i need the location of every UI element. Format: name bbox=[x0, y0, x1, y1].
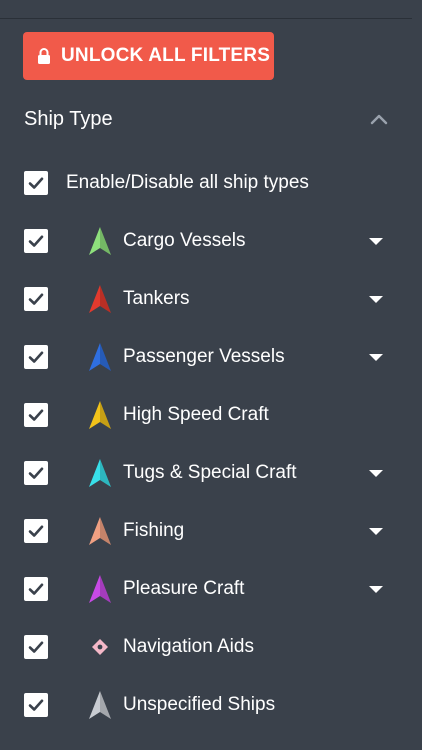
checkmark-icon bbox=[28, 409, 44, 421]
ship-type-label: Tankers bbox=[123, 288, 190, 309]
ship-arrow-icon bbox=[86, 457, 114, 489]
checkmark-icon bbox=[28, 235, 44, 247]
top-divider bbox=[0, 18, 412, 19]
caret-down-icon[interactable] bbox=[366, 521, 386, 541]
ship-arrow-icon bbox=[86, 283, 114, 315]
ship-type-row: Pleasure Craft bbox=[24, 571, 386, 607]
ship-type-label: Passenger Vessels bbox=[123, 346, 285, 367]
ship-type-row: Navigation Aids bbox=[24, 629, 386, 665]
ship-type-label: Fishing bbox=[123, 520, 185, 541]
ship-type-label: Cargo Vessels bbox=[123, 230, 246, 251]
ship-type-row: Passenger Vessels bbox=[24, 339, 386, 375]
ship-type-checkbox[interactable] bbox=[24, 693, 48, 717]
caret-down-icon[interactable] bbox=[366, 463, 386, 483]
unlock-all-filters-label: UNLOCK ALL FILTERS bbox=[61, 45, 271, 66]
caret-down-icon[interactable] bbox=[366, 289, 386, 309]
chevron-up-icon[interactable] bbox=[368, 108, 390, 130]
ship-arrow-icon bbox=[86, 689, 114, 721]
ship-type-section-header[interactable]: Ship Type bbox=[24, 100, 394, 138]
checkmark-icon bbox=[28, 351, 44, 363]
ship-type-label: Unspecified Ships bbox=[123, 694, 276, 715]
checkmark-icon bbox=[28, 293, 44, 305]
ship-type-checkbox[interactable] bbox=[24, 635, 48, 659]
ship-arrow-icon bbox=[86, 341, 114, 373]
checkmark-icon bbox=[28, 641, 44, 653]
ship-type-checkbox[interactable] bbox=[24, 345, 48, 369]
enable-all-checkbox[interactable] bbox=[24, 171, 48, 195]
ship-type-label: Tugs & Special Craft bbox=[123, 462, 297, 483]
ship-type-checkbox[interactable] bbox=[24, 461, 48, 485]
caret-down-icon[interactable] bbox=[366, 579, 386, 599]
unlock-all-filters-button[interactable]: UNLOCK ALL FILTERS bbox=[23, 32, 274, 80]
ship-type-row: Tankers bbox=[24, 281, 386, 317]
enable-all-ship-types-row: Enable/Disable all ship types bbox=[24, 165, 386, 201]
caret-down-icon[interactable] bbox=[366, 231, 386, 251]
checkmark-icon bbox=[28, 467, 44, 479]
ship-type-checkbox[interactable] bbox=[24, 229, 48, 253]
ship-type-row: High Speed Craft bbox=[24, 397, 386, 433]
ship-arrow-icon bbox=[86, 225, 114, 257]
ship-type-checkbox[interactable] bbox=[24, 403, 48, 427]
ship-type-label: Navigation Aids bbox=[123, 636, 254, 657]
ship-type-row: Fishing bbox=[24, 513, 386, 549]
checkmark-icon bbox=[28, 583, 44, 595]
ship-type-row: Cargo Vessels bbox=[24, 223, 386, 259]
ship-type-row: Tugs & Special Craft bbox=[24, 455, 386, 491]
ship-type-label: Pleasure Craft bbox=[123, 578, 245, 599]
navigation-aid-diamond-icon bbox=[86, 631, 114, 663]
section-title: Ship Type bbox=[24, 107, 113, 130]
ship-type-checkbox[interactable] bbox=[24, 287, 48, 311]
checkmark-icon bbox=[28, 177, 44, 189]
ship-type-label: High Speed Craft bbox=[123, 404, 269, 425]
ship-type-checkbox[interactable] bbox=[24, 577, 48, 601]
enable-all-label: Enable/Disable all ship types bbox=[66, 172, 309, 193]
caret-down-icon[interactable] bbox=[366, 347, 386, 367]
lock-icon bbox=[37, 48, 51, 64]
ship-arrow-icon bbox=[86, 399, 114, 431]
ship-arrow-icon bbox=[86, 573, 114, 605]
checkmark-icon bbox=[28, 525, 44, 537]
ship-type-checkbox[interactable] bbox=[24, 519, 48, 543]
checkmark-icon bbox=[28, 699, 44, 711]
ship-arrow-icon bbox=[86, 515, 114, 547]
ship-type-row: Unspecified Ships bbox=[24, 687, 386, 723]
